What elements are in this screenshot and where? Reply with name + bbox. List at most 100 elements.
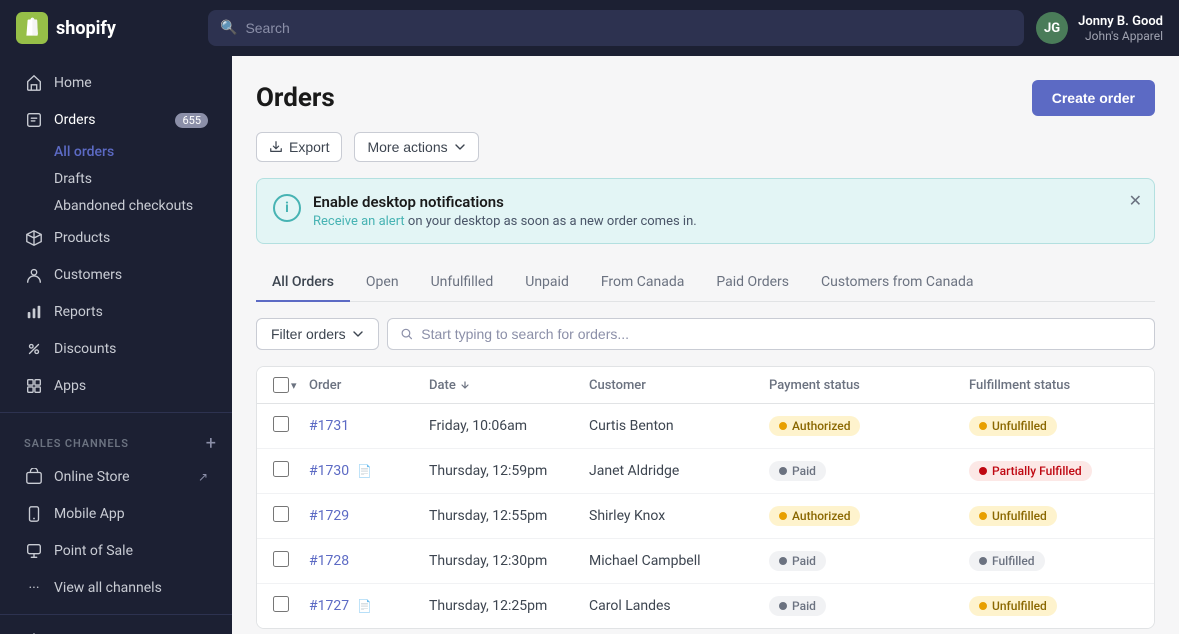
search-input[interactable] — [245, 20, 1012, 36]
sidebar-item-mobile-app[interactable]: Mobile App — [8, 496, 224, 532]
sidebar-item-label: Discounts — [54, 341, 116, 357]
row-order-cell: #1727📄 — [309, 598, 429, 614]
user-store: John's Apparel — [1078, 29, 1163, 43]
row-customer-cell: Michael Campbell — [589, 553, 769, 569]
sidebar-item-home[interactable]: Home — [8, 65, 224, 101]
export-button[interactable]: Export — [256, 132, 342, 162]
row-checkbox[interactable] — [273, 596, 289, 612]
doc-icon: 📄 — [357, 464, 372, 478]
search-orders-input[interactable] — [421, 326, 1142, 342]
row-checkbox-cell[interactable] — [273, 506, 309, 526]
logo-text: shopify — [56, 18, 116, 39]
order-link[interactable]: #1731 — [309, 418, 429, 434]
payment-status-badge: Authorized — [769, 416, 860, 436]
sidebar-item-apps[interactable]: Apps — [8, 368, 224, 404]
sidebar-item-settings[interactable]: Settings — [8, 623, 224, 634]
sidebar-item-online-store[interactable]: Online Store ↗ — [8, 459, 224, 495]
row-checkbox-cell[interactable] — [273, 416, 309, 436]
badge-dot — [979, 602, 987, 610]
notification-body-text: on your desktop as soon as a new order c… — [408, 214, 697, 229]
notification-close-button[interactable]: ✕ — [1129, 191, 1142, 211]
row-fulfillment-cell: Unfulfilled — [969, 506, 1155, 526]
fulfillment-status-badge: Unfulfilled — [969, 506, 1057, 526]
sidebar-divider — [0, 412, 232, 413]
row-checkbox[interactable] — [273, 461, 289, 477]
search-icon: 🔍 — [220, 20, 237, 36]
tab-customers-canada[interactable]: Customers from Canada — [805, 264, 989, 302]
sidebar-item-label: Customers — [54, 267, 122, 283]
sidebar-item-label: View all channels — [54, 580, 162, 596]
notification-icon: i — [273, 194, 301, 222]
sidebar-subitem-drafts[interactable]: Drafts — [8, 166, 224, 192]
order-link[interactable]: #1728 — [309, 553, 429, 569]
sidebar-item-products[interactable]: Products — [8, 220, 224, 256]
row-order-cell: #1730📄 — [309, 463, 429, 479]
more-icon: ··· — [24, 578, 44, 598]
sidebar-item-label: Online Store — [54, 469, 130, 485]
col-date[interactable]: Date — [429, 378, 589, 393]
row-date-cell: Thursday, 12:25pm — [429, 598, 589, 614]
sidebar-item-customers[interactable]: Customers — [8, 257, 224, 293]
row-checkbox[interactable] — [273, 551, 289, 567]
tab-unpaid[interactable]: Unpaid — [509, 264, 585, 302]
sidebar-item-label: Home — [54, 75, 92, 91]
tab-from-canada[interactable]: From Canada — [585, 264, 701, 302]
sales-channels-title: SALES CHANNELS — [24, 437, 129, 450]
fulfillment-status-badge: Unfulfilled — [969, 596, 1057, 616]
tab-paid-orders[interactable]: Paid Orders — [700, 264, 805, 302]
order-link[interactable]: #1727📄 — [309, 598, 429, 614]
row-fulfillment-cell: Fulfilled — [969, 551, 1155, 571]
row-checkbox[interactable] — [273, 506, 289, 522]
table-row: #1731 Friday, 10:06am Curtis Benton Auth… — [257, 404, 1154, 449]
row-checkbox-cell[interactable] — [273, 461, 309, 481]
notification-link[interactable]: Receive an alert — [313, 214, 405, 229]
sidebar-subitem-all-orders[interactable]: All orders — [8, 139, 224, 165]
sidebar-item-label: Reports — [54, 304, 103, 320]
sidebar-item-label: Mobile App — [54, 506, 125, 522]
create-order-button[interactable]: Create order — [1032, 80, 1155, 116]
filter-row: Filter orders — [256, 318, 1155, 350]
notification-body: Receive an alert on your desktop as soon… — [313, 214, 1138, 229]
add-channel-button[interactable]: + — [206, 433, 216, 454]
user-info: Jonny B. Good John's Apparel — [1078, 14, 1163, 43]
search-icon — [400, 327, 414, 341]
global-search[interactable]: 🔍 — [208, 10, 1024, 46]
table-row: #1729 Thursday, 12:55pm Shirley Knox Aut… — [257, 494, 1154, 539]
row-checkbox[interactable] — [273, 416, 289, 432]
row-date-cell: Friday, 10:06am — [429, 418, 589, 434]
search-orders-bar[interactable] — [387, 318, 1155, 350]
export-icon — [269, 140, 283, 154]
more-actions-button[interactable]: More actions — [354, 132, 478, 162]
online-store-icon — [24, 467, 44, 487]
fulfillment-status-badge: Fulfilled — [969, 551, 1045, 571]
sidebar-item-pos[interactable]: Point of Sale — [8, 533, 224, 569]
sidebar-item-view-all-channels[interactable]: ··· View all channels — [8, 570, 224, 606]
row-checkbox-cell[interactable] — [273, 596, 309, 616]
select-caret[interactable]: ▾ — [291, 379, 297, 392]
sidebar-subitem-abandoned[interactable]: Abandoned checkouts — [8, 193, 224, 219]
order-link[interactable]: #1729 — [309, 508, 429, 524]
payment-status-badge: Authorized — [769, 506, 860, 526]
main-content: Orders Create order Export More actions … — [232, 56, 1179, 634]
row-payment-cell: Paid — [769, 461, 969, 481]
row-checkbox-cell[interactable] — [273, 551, 309, 571]
order-link[interactable]: #1730📄 — [309, 463, 429, 479]
row-fulfillment-cell: Unfulfilled — [969, 596, 1155, 616]
badge-dot — [979, 422, 987, 430]
row-payment-cell: Authorized — [769, 506, 969, 526]
row-customer-cell: Carol Landes — [589, 598, 769, 614]
tab-all-orders[interactable]: All Orders — [256, 264, 350, 302]
row-date-cell: Thursday, 12:59pm — [429, 463, 589, 479]
tab-unfulfilled[interactable]: Unfulfilled — [415, 264, 510, 302]
select-all-checkbox[interactable] — [273, 377, 289, 393]
sidebar-item-orders[interactable]: Orders 655 — [8, 102, 224, 138]
avatar[interactable]: JG — [1036, 12, 1068, 44]
pos-icon — [24, 541, 44, 561]
orders-table: ▾ Order Date Customer Payment status Ful… — [256, 366, 1155, 629]
badge-dot — [779, 557, 787, 565]
sidebar-item-discounts[interactable]: Discounts — [8, 331, 224, 367]
filter-orders-button[interactable]: Filter orders — [256, 318, 379, 350]
tab-open[interactable]: Open — [350, 264, 415, 302]
sidebar-item-reports[interactable]: Reports — [8, 294, 224, 330]
logo[interactable]: shopify — [16, 12, 196, 44]
